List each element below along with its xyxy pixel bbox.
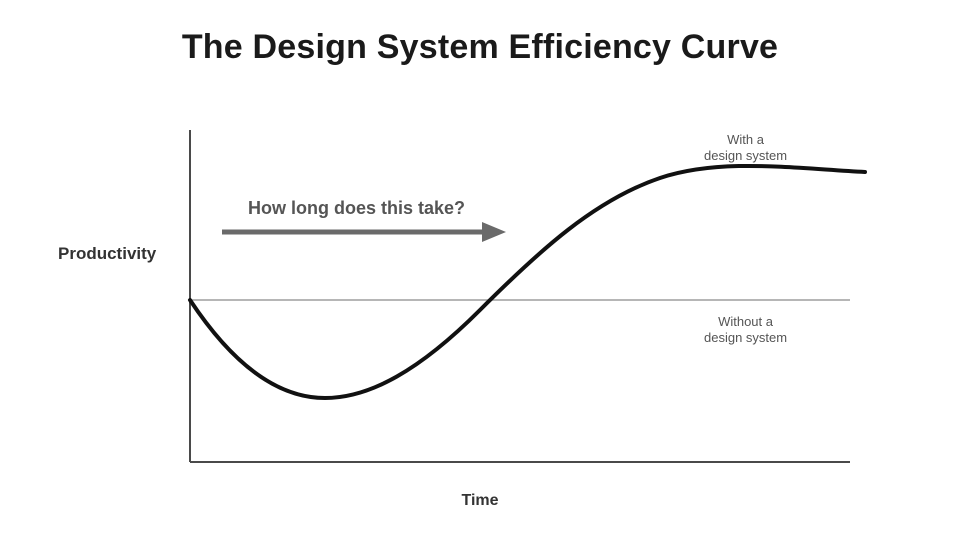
axes xyxy=(190,130,850,462)
chart-stage: The Design System Efficiency Curve Produ… xyxy=(0,0,960,540)
arrow-head-icon xyxy=(482,222,506,242)
chart-svg xyxy=(0,0,960,540)
series-with-design-system xyxy=(190,166,865,398)
annotation-arrow xyxy=(222,222,506,242)
